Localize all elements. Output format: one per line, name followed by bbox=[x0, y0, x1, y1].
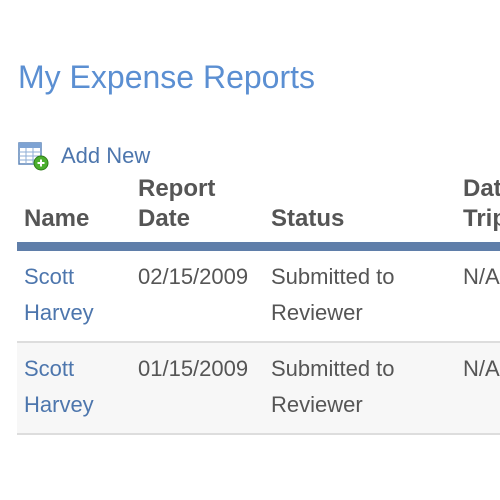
cell-report-date: 02/15/2009 bbox=[131, 246, 264, 343]
expense-reports-page: My Expense Reports Add New Name Report D… bbox=[0, 0, 500, 500]
column-header-trip-date[interactable]: Date of Trip bbox=[456, 174, 500, 251]
expense-reports-table: Name Report Date Status Date of Trip Sco… bbox=[17, 174, 500, 435]
page-title: My Expense Reports bbox=[18, 59, 316, 95]
table-header-row: Name Report Date Status Date of Trip bbox=[17, 174, 500, 251]
spreadsheet-add-icon bbox=[18, 140, 49, 171]
cell-name: Scott Harvey bbox=[17, 246, 131, 343]
cell-status: Submitted to Reviewer bbox=[264, 342, 456, 435]
column-header-status[interactable]: Status bbox=[264, 174, 456, 251]
cell-trip-date: N/A bbox=[456, 342, 500, 435]
table-row: Scott Harvey 02/15/2009 Submitted to Rev… bbox=[17, 246, 500, 343]
add-new-link[interactable]: Add New bbox=[18, 140, 150, 171]
cell-name: Scott Harvey bbox=[17, 342, 131, 435]
expense-reports-table-wrap: Name Report Date Status Date of Trip Sco… bbox=[17, 174, 500, 435]
report-name-link[interactable]: Scott Harvey bbox=[24, 264, 94, 325]
cell-report-date: 01/15/2009 bbox=[131, 342, 264, 435]
column-header-name[interactable]: Name bbox=[17, 174, 131, 251]
column-header-report-date[interactable]: Report Date bbox=[131, 174, 264, 251]
report-name-link[interactable]: Scott Harvey bbox=[24, 356, 94, 417]
table-row: Scott Harvey 01/15/2009 Submitted to Rev… bbox=[17, 342, 500, 435]
add-new-label: Add New bbox=[61, 142, 151, 168]
cell-status: Submitted to Reviewer bbox=[264, 246, 456, 343]
cell-trip-date: N/A bbox=[456, 246, 500, 343]
